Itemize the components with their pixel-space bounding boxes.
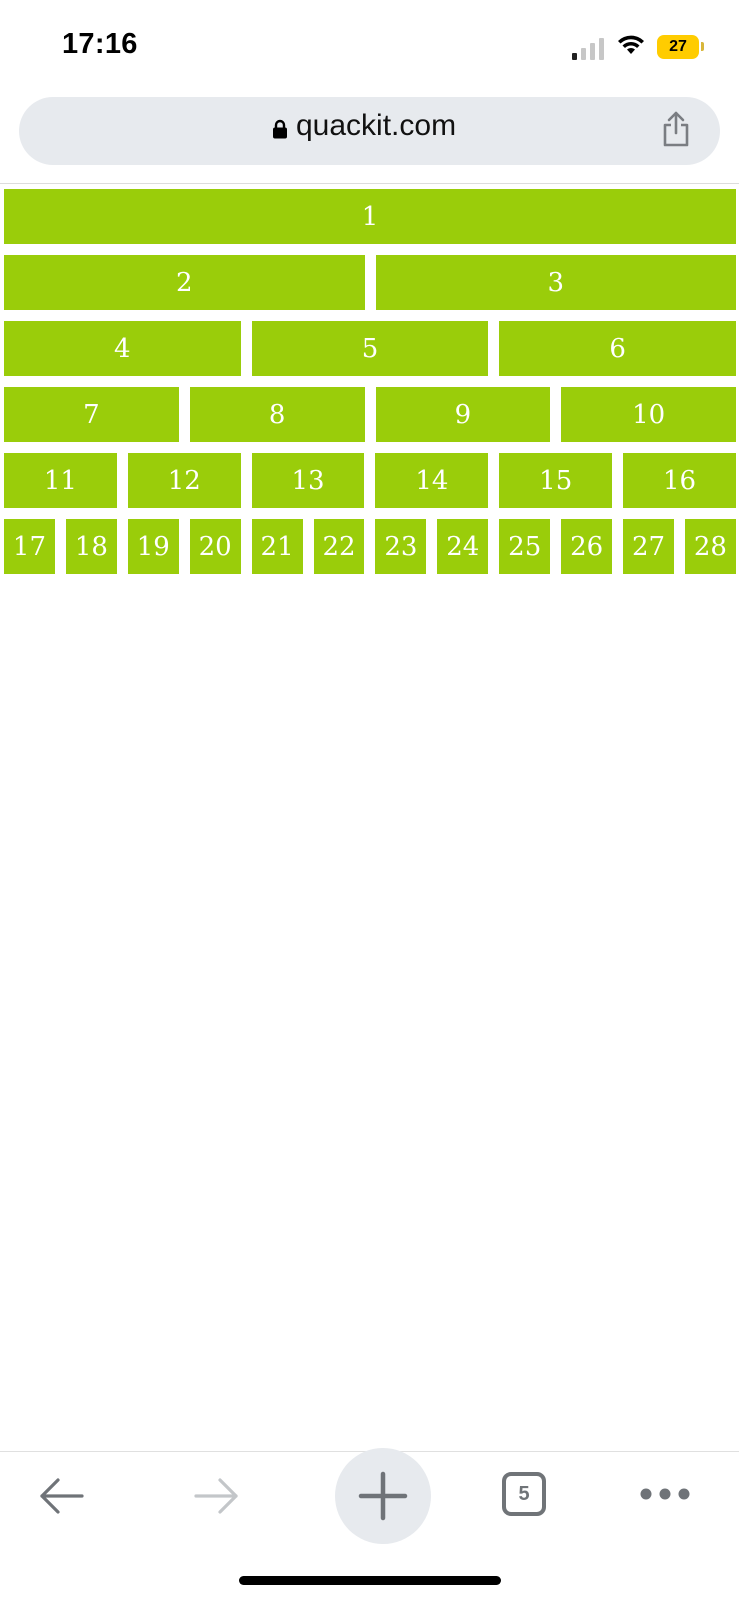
grid-cell: 23 <box>375 519 427 574</box>
grid-cell: 26 <box>561 519 613 574</box>
grid-cell: 13 <box>251 453 365 508</box>
tab-switcher-button[interactable]: 5 <box>502 1472 546 1516</box>
grid-cell: 28 <box>684 519 736 574</box>
plus-icon <box>358 1471 408 1521</box>
grid-row: 7 8 9 10 <box>4 387 736 442</box>
grid-cell: 6 <box>499 321 736 376</box>
grid-demo: 1 2 3 4 5 6 7 8 9 10 11 12 13 14 15 16 17 18 19 20 21 22 23 24 2… <box>4 189 736 585</box>
grid-row: 1 <box>4 189 736 244</box>
grid-cell: 24 <box>437 519 489 574</box>
grid-cell: 21 <box>251 519 303 574</box>
grid-cell: 14 <box>375 453 489 508</box>
grid-cell: 11 <box>4 453 117 508</box>
grid-cell: 19 <box>127 519 179 574</box>
grid-cell: 17 <box>4 519 55 574</box>
grid-cell: 15 <box>499 453 613 508</box>
grid-cell: 27 <box>623 519 674 574</box>
address-bar-divider <box>0 183 739 184</box>
status-bar: 17:16 27 <box>0 0 739 90</box>
url-text[interactable]: quackit.com <box>296 109 456 143</box>
grid-row: 456 <box>4 321 736 376</box>
grid-cell: 7 <box>4 387 179 442</box>
grid-cell: 3 <box>375 255 736 310</box>
grid-cell: 20 <box>189 519 241 574</box>
more-dots-icon[interactable] <box>638 1483 692 1505</box>
grid-cell: 18 <box>65 519 117 574</box>
grid-row: 23 <box>4 255 736 310</box>
new-tab-button[interactable] <box>335 1448 431 1544</box>
share-icon[interactable] <box>660 110 692 148</box>
grid-cell: 9 <box>375 387 551 442</box>
lock-icon <box>273 119 287 139</box>
grid-cell: 12 <box>127 453 241 508</box>
wifi-icon <box>618 35 644 54</box>
home-indicator <box>239 1576 501 1585</box>
grid-row: 17 18 19 20 21 22 23 24 25 26 27 28 <box>4 519 736 574</box>
grid-cell: 5 <box>251 321 489 376</box>
arrow-right-icon[interactable] <box>190 1470 242 1522</box>
cellular-signal-icon <box>572 36 606 60</box>
grid-cell: 8 <box>189 387 365 442</box>
grid-cell: 10 <box>561 387 736 442</box>
grid-cell: 22 <box>313 519 365 574</box>
grid-cell: 16 <box>623 453 736 508</box>
battery-indicator: 27 <box>657 35 699 59</box>
arrow-left-icon[interactable] <box>36 1470 88 1522</box>
grid-cell: 1 <box>4 189 736 244</box>
grid-cell: 2 <box>4 255 365 310</box>
grid-row: 11 12 13 14 15 16 <box>4 453 736 508</box>
grid-cell: 25 <box>499 519 551 574</box>
battery-tip <box>701 42 704 51</box>
grid-cell: 4 <box>4 321 241 376</box>
status-time: 17:16 <box>62 28 138 60</box>
